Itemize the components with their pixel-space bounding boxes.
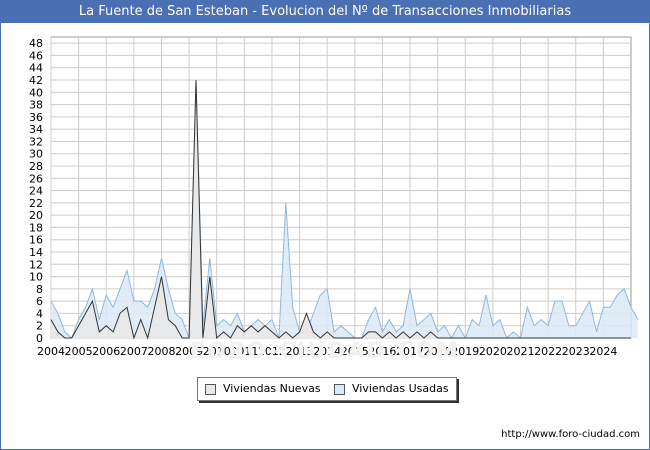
y-tick-label: 32 <box>29 135 43 148</box>
y-tick-label: 38 <box>29 99 43 112</box>
y-tick-label: 16 <box>29 234 43 247</box>
y-tick-label: 4 <box>36 307 43 320</box>
y-tick-label: 24 <box>29 185 43 198</box>
watermark: FORO-CIUDAD.COM <box>190 339 460 364</box>
y-tick-label: 48 <box>29 37 43 50</box>
legend-swatch-nuevas <box>205 384 216 395</box>
y-tick-label: 44 <box>29 62 43 75</box>
legend-label-nuevas: Viviendas Nuevas <box>223 382 321 395</box>
legend-label-usadas: Viviendas Usadas <box>352 382 449 395</box>
y-tick-label: 30 <box>29 148 43 161</box>
y-tick-label: 22 <box>29 197 43 210</box>
legend-swatch-usadas <box>334 384 345 395</box>
y-tick-label: 2 <box>36 320 43 333</box>
y-tick-label: 26 <box>29 172 43 185</box>
y-tick-label: 20 <box>29 209 43 222</box>
y-tick-label: 10 <box>29 271 43 284</box>
y-tick-label: 18 <box>29 221 43 234</box>
y-axis-ticks: 0246810121416182022242628303234363840424… <box>29 37 43 345</box>
y-tick-label: 14 <box>29 246 43 259</box>
y-tick-label: 8 <box>36 283 43 296</box>
y-tick-label: 42 <box>29 74 43 87</box>
y-tick-label: 46 <box>29 49 43 62</box>
y-tick-label: 6 <box>36 295 43 308</box>
y-tick-label: 40 <box>29 86 43 99</box>
source-url: http://www.foro-ciudad.com <box>501 429 640 440</box>
legend: Viviendas Nuevas Viviendas Usadas <box>197 377 457 401</box>
chart-frame: La Fuente de San Esteban - Evolucion del… <box>0 0 650 450</box>
y-tick-label: 34 <box>29 123 43 136</box>
y-tick-label: 36 <box>29 111 43 124</box>
plot-area <box>50 36 632 339</box>
y-tick-label: 28 <box>29 160 43 173</box>
y-tick-label: 12 <box>29 258 43 271</box>
